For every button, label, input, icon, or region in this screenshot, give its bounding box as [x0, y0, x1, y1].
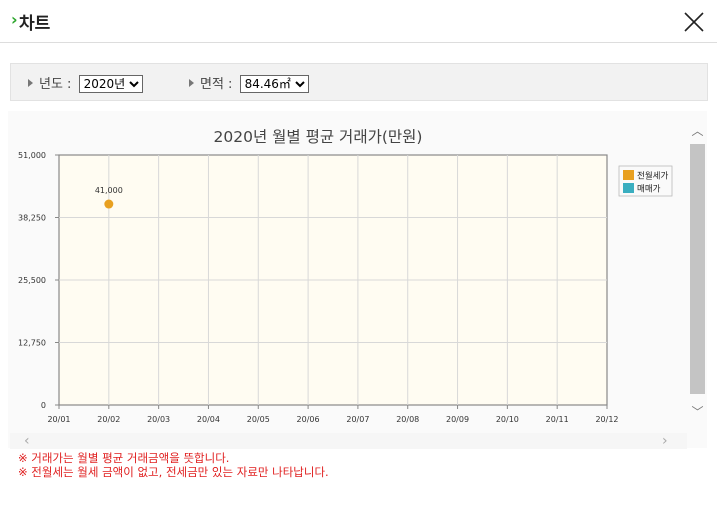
scroll-thumb[interactable]	[690, 144, 705, 394]
x-tick-label: 20/07	[346, 415, 369, 424]
x-tick-label: 20/08	[396, 415, 419, 424]
x-tick-label: 20/12	[595, 415, 618, 424]
scroll-left-icon[interactable]: ‹	[24, 433, 30, 449]
data-point	[104, 199, 114, 209]
x-tick-label: 20/11	[546, 415, 569, 424]
y-tick-label: 25,500	[18, 276, 46, 285]
x-tick-label: 20/05	[247, 415, 270, 424]
vertical-scrollbar[interactable]: ︿ ﹀	[689, 122, 706, 422]
chart-title: 2020년 월별 평균 거래가(만원)	[214, 128, 423, 146]
x-tick-label: 20/01	[47, 415, 70, 424]
scroll-up-icon[interactable]: ︿	[689, 122, 706, 138]
y-axis: 0 12,750 25,500 38,250 51,000	[18, 151, 59, 410]
notes: ※ 거래가는 월별 평균 거래금액을 뜻합니다. ※ 전월세는 월세 금액이 없…	[18, 451, 329, 479]
x-axis: 20/01 20/02 20/03 20/04 20/05 20/06 20/07 20/08…	[47, 405, 619, 424]
legend-swatch	[623, 183, 634, 193]
x-tick-label: 20/02	[97, 415, 120, 424]
note-line: ※ 거래가는 월별 평균 거래금액을 뜻합니다.	[18, 451, 230, 465]
data-label: 41,000	[95, 186, 123, 195]
y-tick-label: 0	[41, 401, 46, 410]
legend-label: 전월세가	[637, 171, 668, 182]
x-tick-label: 20/10	[496, 415, 519, 424]
note-line: ※ 전월세는 월세 금액이 없고, 전세금만 있는 자료만 나타납니다.	[18, 465, 329, 479]
legend-label: 매매가	[637, 185, 661, 195]
x-tick-label: 20/06	[297, 415, 320, 424]
y-tick-label: 12,750	[18, 339, 46, 348]
legend: 전월세가매매가	[618, 165, 673, 197]
y-tick-label: 38,250	[18, 214, 46, 223]
legend-swatch	[623, 170, 634, 180]
y-tick-label: 51,000	[18, 151, 46, 160]
scroll-right-icon[interactable]: ›	[662, 433, 668, 449]
horizontal-scrollbar[interactable]: ‹ ›	[10, 433, 687, 449]
x-tick-label: 20/03	[147, 415, 170, 424]
scroll-down-icon[interactable]: ﹀	[689, 403, 706, 419]
x-tick-label: 20/09	[446, 415, 469, 424]
x-tick-label: 20/04	[197, 415, 220, 424]
